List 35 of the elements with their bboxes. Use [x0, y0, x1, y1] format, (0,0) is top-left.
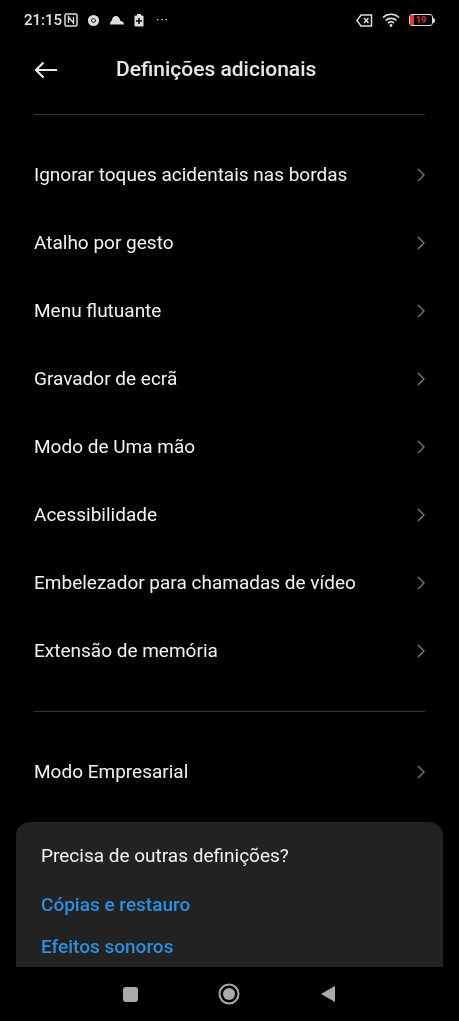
- status-time: 21:15: [24, 9, 63, 31]
- chevron-right-icon: [417, 168, 425, 182]
- suggestion-link[interactable]: Cópias e restauro: [41, 890, 418, 919]
- chevron-right-icon: [417, 765, 425, 779]
- suggestion-link[interactable]: Efeitos sonoros: [41, 933, 418, 962]
- battery-indicator: 19: [409, 14, 435, 26]
- chevron-right-icon: [417, 576, 425, 590]
- chevron-right-icon: [417, 236, 425, 250]
- nfc-icon: [64, 13, 79, 27]
- settings-item[interactable]: Gravador de ecrã: [0, 345, 459, 413]
- settings-item[interactable]: Ignorar toques acidentais nas bordas: [0, 141, 459, 209]
- chevron-right-icon: [417, 372, 425, 386]
- page-title: Definições adicionais: [116, 56, 317, 84]
- cloud-icon: [109, 15, 126, 25]
- settings-item[interactable]: Modo Empresarial: [0, 738, 459, 806]
- chevron-right-icon: [417, 440, 425, 454]
- back-arrow-icon[interactable]: [34, 61, 58, 79]
- home-button[interactable]: [218, 983, 240, 1005]
- settings-item[interactable]: Atalho por gesto: [0, 209, 459, 277]
- recents-button[interactable]: [123, 986, 138, 1002]
- settings-item[interactable]: Acessibilidade: [0, 481, 459, 549]
- more-notifications: ···: [156, 11, 170, 30]
- settings-item[interactable]: Extensão de memória: [0, 617, 459, 685]
- settings-item[interactable]: Embelezador para chamadas de vídeo: [0, 549, 459, 617]
- chevron-right-icon: [417, 304, 425, 318]
- chevron-right-icon: [417, 644, 425, 658]
- back-button[interactable]: [320, 985, 336, 1003]
- browser-icon: [87, 13, 101, 27]
- settings-item[interactable]: Modo de Uma mão: [0, 413, 459, 481]
- chevron-right-icon: [417, 508, 425, 522]
- wifi-icon: [382, 13, 400, 27]
- battery-icon: [134, 13, 145, 27]
- suggestions-title: Precisa de outras definições?: [41, 843, 290, 869]
- no-sim-icon: [356, 13, 373, 27]
- settings-item[interactable]: Menu flutuante: [0, 277, 459, 345]
